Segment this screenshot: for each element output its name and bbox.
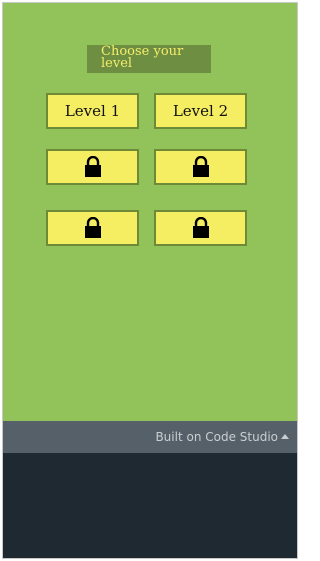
level-5-button[interactable]: [46, 210, 139, 246]
lock-icon: [192, 156, 209, 177]
level-1-button[interactable]: Level 1: [46, 93, 139, 129]
footer-link-label: Built on Code Studio: [155, 430, 278, 444]
level-4-button[interactable]: [154, 149, 247, 185]
app-screen: Choose your level Level 1 Level 2: [3, 3, 297, 421]
level-1-label: Level 1: [64, 102, 121, 120]
lock-icon: [84, 156, 101, 177]
lock-icon: [84, 217, 101, 238]
lock-icon: [192, 217, 209, 238]
level-2-label: Level 2: [172, 102, 229, 120]
level-6-button[interactable]: [154, 210, 247, 246]
built-on-code-studio-link[interactable]: Built on Code Studio: [155, 430, 289, 444]
page-title: Choose your level: [87, 45, 211, 73]
level-2-button[interactable]: Level 2: [154, 93, 247, 129]
footer-bar: Built on Code Studio: [3, 421, 297, 453]
level-3-button[interactable]: [46, 149, 139, 185]
caret-up-icon: [281, 434, 289, 439]
device-frame: Choose your level Level 1 Level 2 Built …: [2, 2, 298, 559]
